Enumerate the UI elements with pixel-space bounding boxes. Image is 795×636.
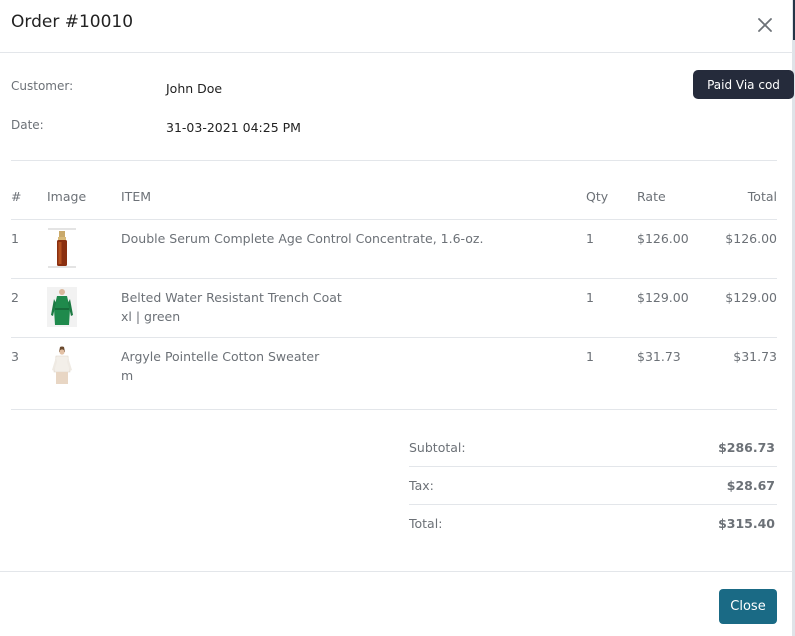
tax-label: Tax: (409, 478, 434, 493)
customer-name: John Doe (166, 81, 223, 96)
item-rate: $31.73 (637, 349, 681, 364)
item-qty: 1 (586, 349, 594, 364)
item-qty: 1 (586, 290, 594, 305)
item-name: Double Serum Complete Age Control Concen… (121, 231, 484, 246)
item-name: Argyle Pointelle Cotton Sweater (121, 349, 320, 364)
page-title: Order #10010 (11, 12, 134, 32)
row-divider (11, 337, 777, 338)
column-header-qty: Qty (586, 189, 609, 204)
item-name: Belted Water Resistant Trench Coat (121, 290, 342, 305)
total-value: $315.40 (718, 516, 775, 531)
table-bottom-divider (11, 409, 777, 410)
footer-divider (0, 571, 793, 572)
item-total: $31.73 (733, 349, 777, 364)
item-rate: $129.00 (637, 290, 689, 305)
row-index: 3 (11, 349, 19, 364)
close-button[interactable]: Close (719, 589, 777, 624)
table-header-divider (11, 219, 777, 220)
payment-tooltip: Paid Via cod (693, 70, 794, 99)
row-divider (11, 278, 777, 279)
column-header-total: Total (747, 189, 777, 204)
row-index: 1 (11, 231, 19, 246)
summary-divider (409, 504, 777, 505)
column-header-index: # (11, 189, 22, 204)
item-variant: xl | green (121, 309, 181, 324)
total-label: Total: (409, 516, 443, 531)
summary-divider (409, 466, 777, 467)
trench-coat-icon (47, 287, 77, 327)
item-total: $126.00 (725, 231, 777, 246)
row-index: 2 (11, 290, 19, 305)
modal-header: Order #10010 (0, 0, 793, 53)
column-header-image: Image (47, 189, 87, 204)
item-rate: $126.00 (637, 231, 689, 246)
divider (11, 160, 777, 161)
tax-value: $28.67 (726, 478, 775, 493)
sweater-icon (47, 346, 77, 386)
order-date: 31-03-2021 04:25 PM (166, 120, 301, 135)
column-header-rate: Rate (637, 189, 666, 204)
subtotal-value: $286.73 (718, 440, 775, 455)
subtotal-label: Subtotal: (409, 440, 466, 455)
date-label: Date: (11, 118, 44, 132)
item-total: $129.00 (725, 290, 777, 305)
column-header-item: ITEM (121, 189, 152, 204)
close-icon[interactable] (754, 14, 776, 36)
item-qty: 1 (586, 231, 594, 246)
customer-label: Customer: (11, 79, 74, 93)
item-variant: m (121, 368, 134, 383)
serum-bottle-icon (47, 228, 77, 268)
